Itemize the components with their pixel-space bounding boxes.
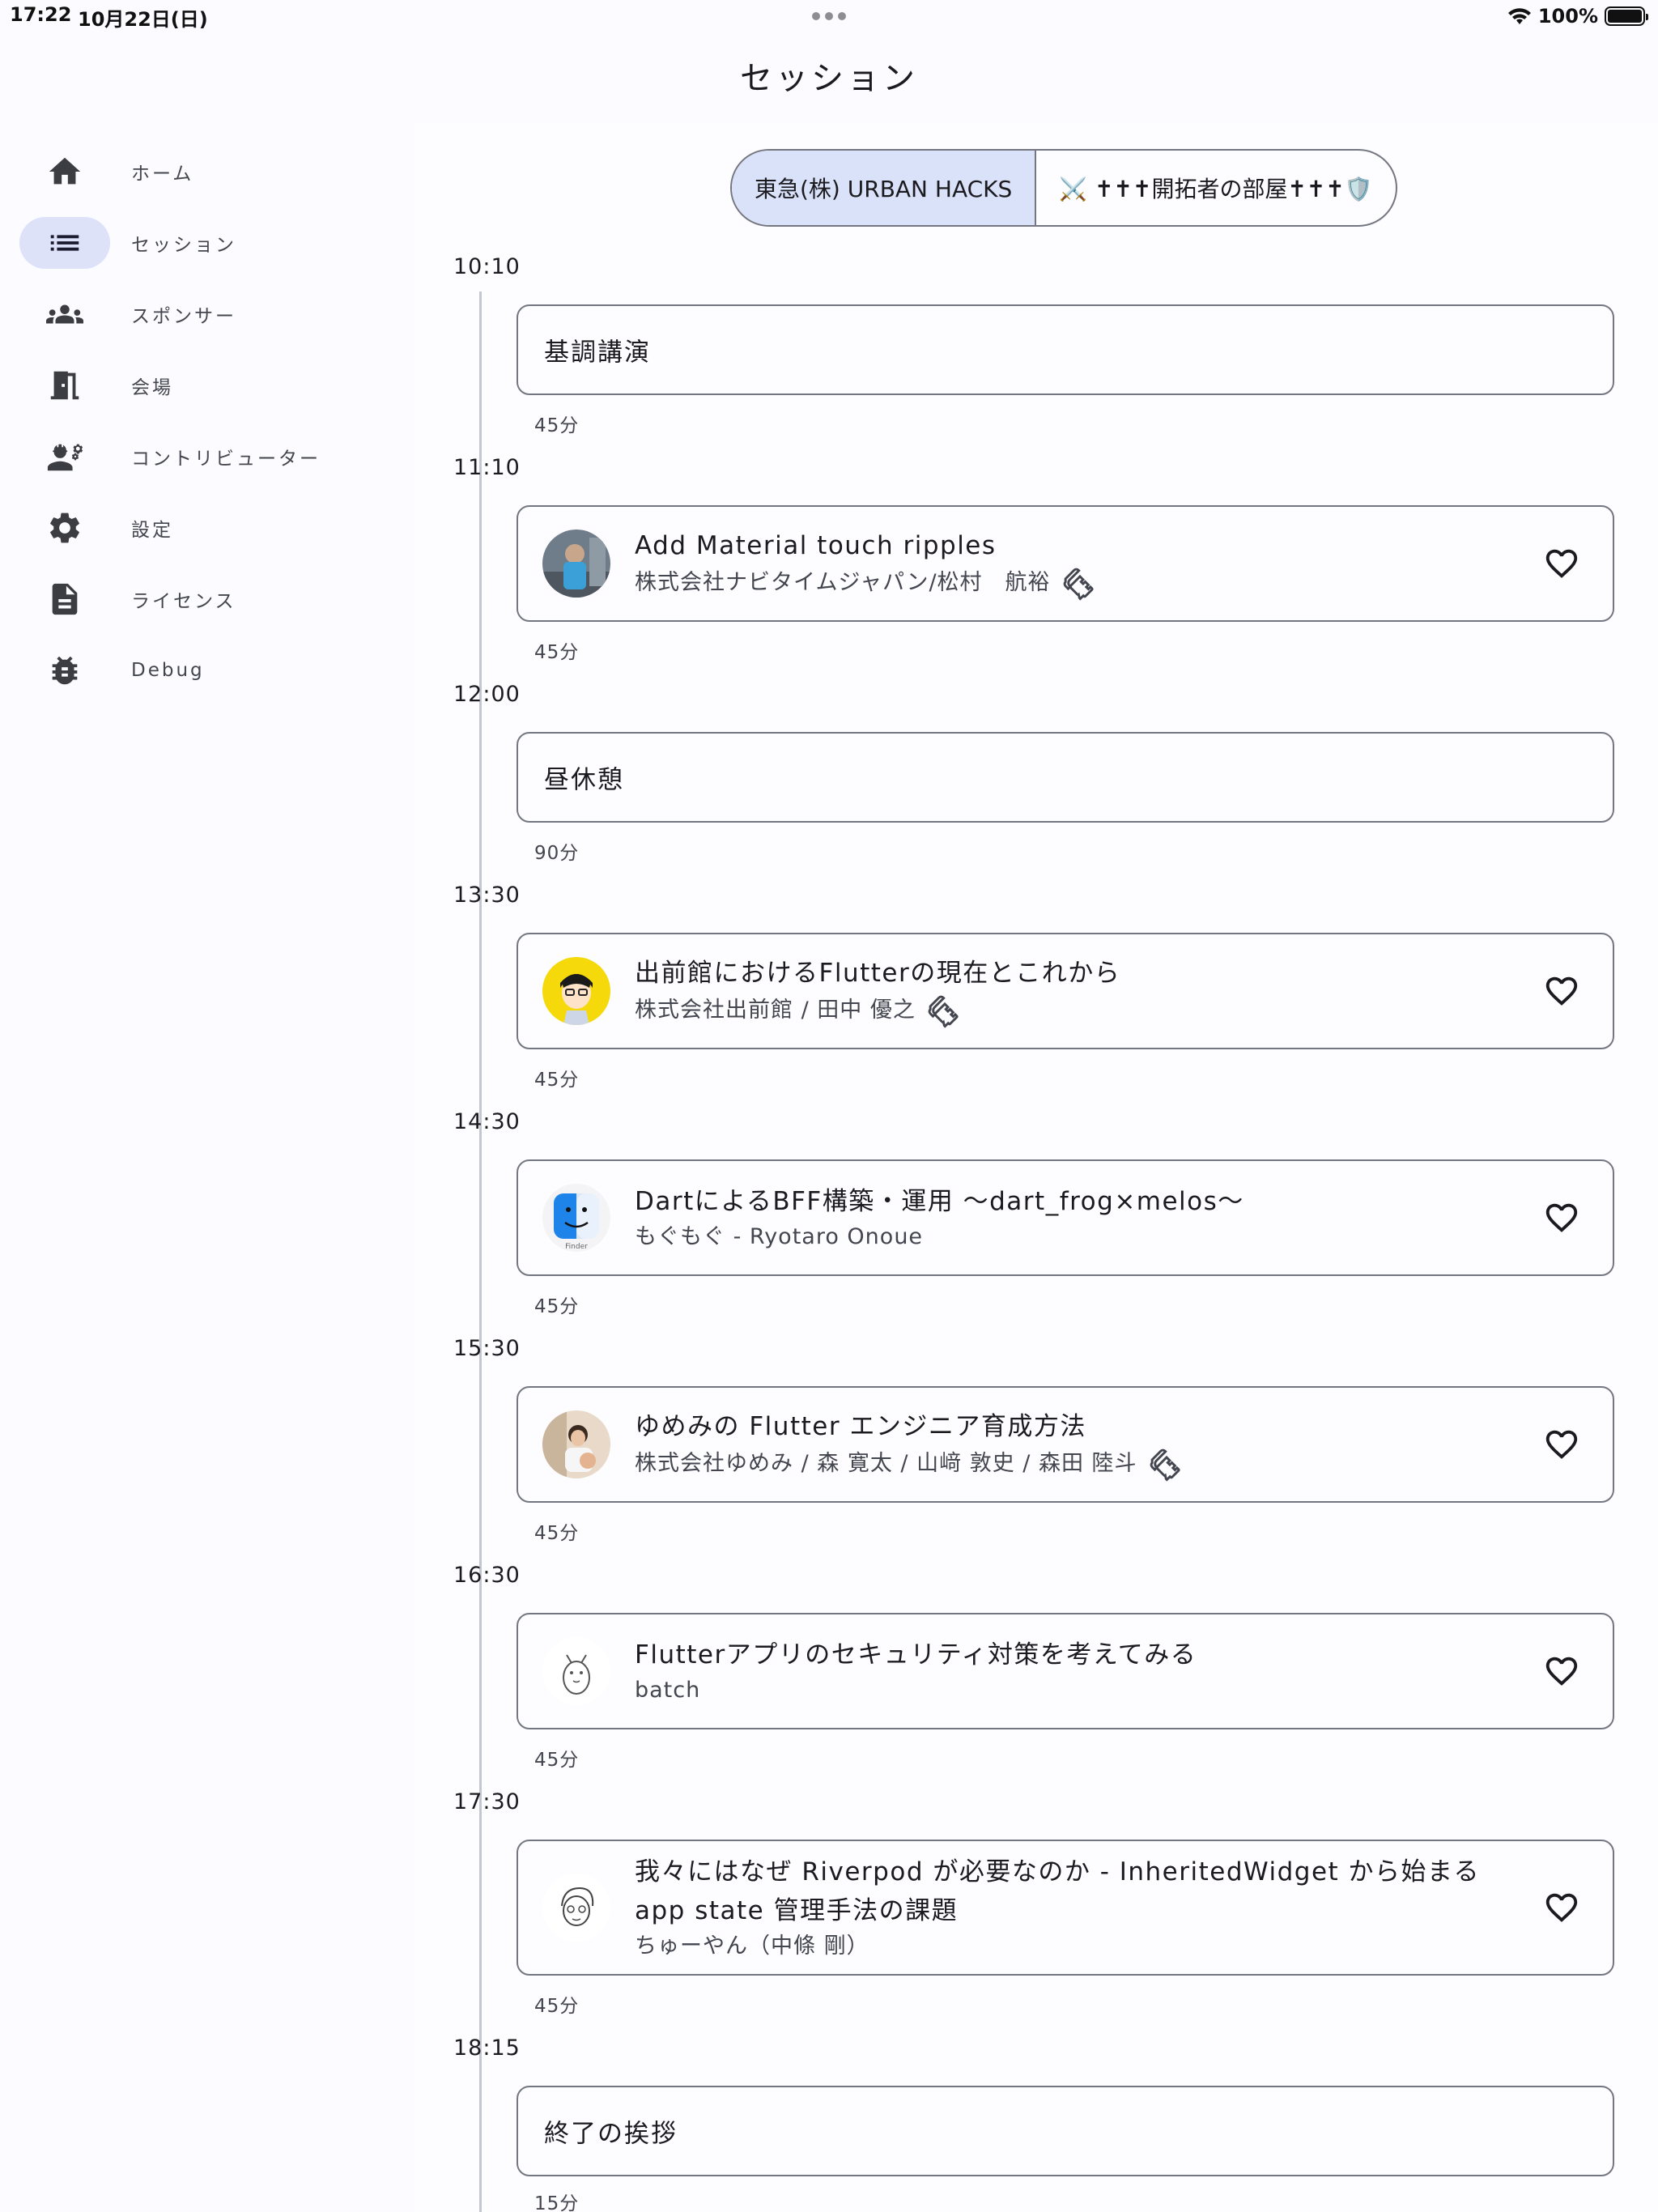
- handshake-icon: [1063, 568, 1094, 601]
- session-speaker: 株式会社ナビタイムジャパン/松村 航裕: [635, 570, 1051, 595]
- page-title: セッション: [740, 60, 918, 97]
- session-duration: 45分: [534, 642, 580, 663]
- speaker-avatar: Finder: [542, 1184, 610, 1252]
- session-duration: 45分: [534, 1523, 580, 1544]
- gear-icon: [50, 513, 79, 543]
- time-slot-label: 15:30: [453, 1336, 521, 1361]
- session-title: 基調講演: [544, 338, 651, 368]
- battery-icon: [1605, 6, 1648, 26]
- engineering-icon: [47, 444, 83, 471]
- time-slot-label: 13:30: [453, 883, 521, 908]
- sidebar-item-license[interactable]: ライセンス: [19, 573, 392, 625]
- time-slot-label: 14:30: [453, 1109, 521, 1134]
- session-speaker: 株式会社ゆめみ / 森 寛太 / 山﨑 敦史 / 森田 陸斗: [635, 1451, 1137, 1476]
- session-duration: 15分: [534, 2193, 580, 2212]
- battery-percent: 100%: [1537, 5, 1598, 28]
- favorite-heart-icon[interactable]: [1543, 1889, 1580, 1926]
- session-card[interactable]: ゆめみの Flutter エンジニア育成方法 株式会社ゆめみ / 森 寛太 / …: [517, 1386, 1614, 1503]
- navigation-sidebar: ホーム セッション スポンサー 会場 コントリビューター 設定 ライセンス De…: [19, 146, 392, 716]
- session-duration: 45分: [534, 1296, 580, 1317]
- session-duration: 90分: [534, 843, 580, 864]
- speaker-avatar: [542, 1410, 610, 1478]
- speaker-avatar: [542, 1637, 610, 1705]
- sidebar-item-label: 会場: [131, 377, 173, 398]
- session-title: Add Material touch ripples: [635, 531, 997, 560]
- sidebar-item-venue[interactable]: 会場: [19, 359, 392, 411]
- status-bar: 17:22 10月22日(日) 100%: [0, 0, 1658, 32]
- session-title: 終了の挨拶: [544, 2119, 678, 2149]
- session-speaker: ちゅーやん（中條 剛）: [635, 1933, 869, 1959]
- handshake-icon: [1150, 1448, 1180, 1482]
- room-selector: 東急(株) URBAN HACKS ⚔️ ✝✝✝開拓者の部屋✝✝✝🛡️: [730, 149, 1397, 227]
- session-card[interactable]: Add Material touch ripples 株式会社ナビタイムジャパン…: [517, 505, 1614, 622]
- sidebar-item-debug[interactable]: Debug: [19, 644, 392, 696]
- door-icon: [50, 371, 79, 400]
- sidebar-item-settings[interactable]: 設定: [19, 502, 392, 554]
- favorite-heart-icon[interactable]: [1543, 1426, 1580, 1463]
- session-card[interactable]: Flutterアプリのセキュリティ対策を考えてみる batch: [517, 1613, 1614, 1729]
- groups-icon: [46, 304, 83, 324]
- room-tab-urban-hacks[interactable]: 東急(株) URBAN HACKS: [732, 151, 1037, 225]
- session-title: 出前館におけるFlutterの現在とこれから: [635, 959, 1121, 988]
- timeline-line: [479, 2073, 482, 2212]
- time-slot-label: 17:30: [453, 1789, 521, 1814]
- session-card[interactable]: 基調講演: [517, 304, 1614, 395]
- session-speaker: 株式会社出前館 / 田中 優之: [635, 998, 916, 1023]
- sidebar-item-label: Debug: [131, 660, 205, 681]
- time-slot-label: 10:10: [453, 254, 521, 279]
- sidebar-item-label: ライセンス: [131, 591, 236, 612]
- session-title: DartによるBFF構築・運用 〜dart_frog×melos〜: [635, 1187, 1244, 1216]
- session-duration: 45分: [534, 1996, 580, 2017]
- sidebar-item-label: セッション: [131, 235, 236, 256]
- wifi-icon: [1507, 8, 1531, 24]
- speaker-avatar: [542, 957, 610, 1025]
- sidebar-item-sponsors[interactable]: スポンサー: [19, 288, 392, 340]
- time-slot-label: 16:30: [453, 1563, 521, 1588]
- home-icon: [49, 157, 81, 185]
- status-date: 10月22日(日): [78, 8, 208, 31]
- session-speaker: もぐもぐ - Ryotaro Onoue: [635, 1224, 924, 1249]
- favorite-heart-icon[interactable]: [1543, 1653, 1580, 1690]
- favorite-heart-icon[interactable]: [1543, 1199, 1580, 1236]
- session-duration: 45分: [534, 1070, 580, 1091]
- sidebar-item-home[interactable]: ホーム: [19, 146, 392, 198]
- session-card[interactable]: 我々にはなぜ Riverpod が必要なのか - InheritedWidget…: [517, 1840, 1614, 1976]
- status-time: 17:22: [10, 3, 72, 26]
- session-title: 昼休憩: [544, 765, 624, 795]
- time-slot-label: 11:10: [453, 455, 521, 480]
- speaker-avatar: [542, 1874, 610, 1942]
- session-list-panel: 東急(株) URBAN HACKS ⚔️ ✝✝✝開拓者の部屋✝✝✝🛡️ 10:1…: [414, 123, 1658, 2212]
- session-card[interactable]: 昼休憩: [517, 732, 1614, 823]
- time-slot-label: 18:15: [453, 2035, 521, 2061]
- session-title: Flutterアプリのセキュリティ対策を考えてみる: [635, 1640, 1197, 1670]
- time-slot-label: 12:00: [453, 682, 521, 707]
- session-card[interactable]: 終了の挨拶: [517, 2086, 1614, 2176]
- sidebar-item-contributors[interactable]: コントリビューター: [19, 431, 392, 483]
- favorite-heart-icon[interactable]: [1543, 545, 1580, 582]
- sidebar-item-label: スポンサー: [131, 306, 236, 327]
- favorite-heart-icon[interactable]: [1543, 972, 1580, 1010]
- list-icon: [50, 235, 79, 251]
- session-card[interactable]: Finder DartによるBFF構築・運用 〜dart_frog×melos〜…: [517, 1159, 1614, 1276]
- room-tab-pioneer[interactable]: ⚔️ ✝✝✝開拓者の部屋✝✝✝🛡️: [1036, 151, 1395, 225]
- session-title: ゆめみの Flutter エンジニア育成方法: [635, 1412, 1086, 1441]
- session-duration: 45分: [534, 415, 580, 436]
- speaker-avatar: [542, 530, 610, 598]
- document-icon: [52, 583, 78, 615]
- session-speaker: batch: [635, 1678, 701, 1703]
- handshake-icon: [928, 995, 959, 1028]
- sidebar-item-label: ホーム: [131, 164, 194, 185]
- session-duration: 45分: [534, 1750, 580, 1771]
- sidebar-item-sessions[interactable]: セッション: [19, 217, 392, 269]
- session-card[interactable]: 出前館におけるFlutterの現在とこれから 株式会社出前館 / 田中 優之: [517, 933, 1614, 1049]
- svg-text:Finder: Finder: [565, 1243, 588, 1251]
- session-title: 我々にはなぜ Riverpod が必要なのか - InheritedWidget…: [635, 1857, 1481, 1925]
- sidebar-item-label: コントリビューター: [131, 449, 321, 470]
- sidebar-item-label: 設定: [131, 520, 173, 541]
- multitasking-dots-icon[interactable]: [810, 6, 848, 26]
- bug-icon: [52, 656, 78, 685]
